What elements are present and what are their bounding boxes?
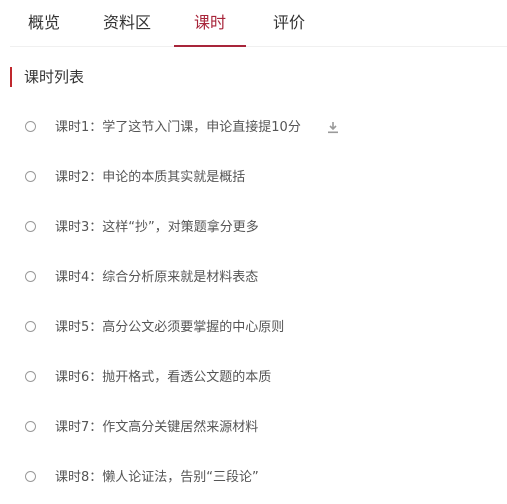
lesson-title: 课时8：懒人论证法，告别“三段论” xyxy=(55,470,259,485)
radio-icon[interactable] xyxy=(25,471,36,482)
lesson-title: 课时6：抛开格式，看透公文题的本质 xyxy=(55,370,272,385)
radio-icon[interactable] xyxy=(25,371,36,382)
radio-icon[interactable] xyxy=(25,121,36,132)
tab-bar: 概览 资料区 课时 评价 xyxy=(10,0,507,47)
lesson-item-2[interactable]: 课时2：申论的本质其实就是概括 xyxy=(0,154,507,204)
lesson-title: 课时1：学了这节入门课，申论直接提10分 xyxy=(55,120,301,135)
radio-icon[interactable] xyxy=(25,221,36,232)
section-title: 课时列表 xyxy=(10,67,84,87)
lesson-item-4[interactable]: 课时4：综合分析原来就是材料表态 xyxy=(0,254,507,304)
lesson-title: 课时4：综合分析原来就是材料表态 xyxy=(55,270,259,285)
lesson-title: 课时3：这样“抄”，对策题拿分更多 xyxy=(55,220,259,235)
lesson-title: 课时5：高分公文必须要掌握的中心原则 xyxy=(55,320,285,335)
radio-icon[interactable] xyxy=(25,271,36,282)
lesson-item-3[interactable]: 课时3：这样“抄”，对策题拿分更多 xyxy=(0,204,507,254)
lesson-title: 课时7：作文高分关键居然来源材料 xyxy=(55,420,259,435)
lesson-item-5[interactable]: 课时5：高分公文必须要掌握的中心原则 xyxy=(0,304,507,354)
tab-overview[interactable]: 概览 xyxy=(20,0,68,46)
tab-materials[interactable]: 资料区 xyxy=(93,0,161,46)
download-icon[interactable] xyxy=(327,121,339,134)
lesson-item-7[interactable]: 课时7：作文高分关键居然来源材料 xyxy=(0,404,507,454)
radio-icon[interactable] xyxy=(25,421,36,432)
lesson-list: 课时1：学了这节入门课，申论直接提10分 课时2：申论的本质其实就是概括 课时3… xyxy=(0,104,507,504)
tab-lessons[interactable]: 课时 xyxy=(174,0,246,47)
radio-icon[interactable] xyxy=(25,321,36,332)
lesson-title: 课时2：申论的本质其实就是概括 xyxy=(55,170,246,185)
lesson-item-1[interactable]: 课时1：学了这节入门课，申论直接提10分 xyxy=(0,104,507,154)
lesson-item-8[interactable]: 课时8：懒人论证法，告别“三段论” xyxy=(0,454,507,504)
lesson-item-6[interactable]: 课时6：抛开格式，看透公文题的本质 xyxy=(0,354,507,404)
tab-reviews[interactable]: 评价 xyxy=(265,0,313,46)
radio-icon[interactable] xyxy=(25,171,36,182)
